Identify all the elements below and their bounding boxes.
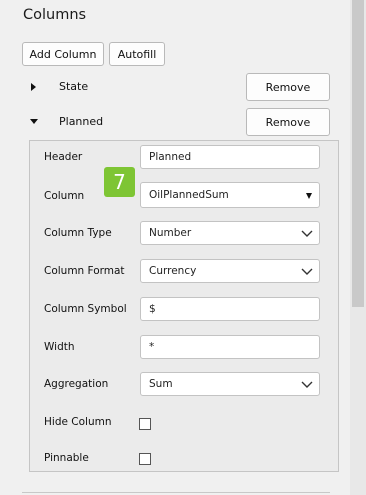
aggregation-label: Aggregation: [44, 378, 109, 390]
pinnable-checkbox[interactable]: [139, 453, 151, 465]
panel-title: Columns: [23, 7, 87, 23]
scrollbar-thumb[interactable]: [352, 0, 364, 307]
column-format-value: Currency: [149, 265, 197, 277]
chevron-down-icon: [301, 230, 313, 237]
column-type-select[interactable]: Number: [140, 221, 320, 245]
add-column-button[interactable]: Add Column: [22, 42, 104, 66]
pinnable-label: Pinnable: [44, 452, 89, 464]
column-name-planned[interactable]: Planned: [59, 115, 103, 128]
header-label: Header: [44, 151, 83, 163]
column-value: OilPlannedSum: [149, 189, 229, 201]
hide-column-checkbox[interactable]: [139, 418, 151, 430]
width-input[interactable]: *: [140, 335, 320, 359]
column-name-state[interactable]: State: [59, 80, 88, 93]
aggregation-select[interactable]: Sum: [140, 372, 320, 396]
chevron-down-icon: [301, 381, 313, 388]
header-input[interactable]: Planned: [140, 145, 320, 169]
column-type-label: Column Type: [44, 227, 112, 239]
step-badge: 7: [104, 167, 135, 197]
caret-right-icon[interactable]: [31, 83, 36, 91]
header-value: Planned: [149, 151, 192, 163]
divider: [22, 492, 330, 493]
column-symbol-label: Column Symbol: [44, 303, 127, 315]
caret-down-icon[interactable]: [30, 119, 38, 124]
remove-planned-button[interactable]: Remove: [246, 108, 330, 136]
hide-column-label: Hide Column: [44, 416, 112, 428]
column-symbol-value: $: [149, 303, 156, 315]
aggregation-value: Sum: [149, 378, 173, 390]
autofill-button[interactable]: Autofill: [109, 42, 165, 66]
column-format-select[interactable]: Currency: [140, 259, 320, 283]
width-label: Width: [44, 341, 75, 353]
column-symbol-input[interactable]: $: [140, 297, 320, 321]
dropdown-triangle-icon: [306, 193, 312, 199]
width-value: *: [149, 341, 155, 353]
column-label: Column: [44, 190, 85, 202]
column-select[interactable]: OilPlannedSum: [140, 182, 320, 208]
remove-state-button[interactable]: Remove: [246, 73, 330, 101]
chevron-down-icon: [301, 268, 313, 275]
column-format-label: Column Format: [44, 265, 125, 277]
column-type-value: Number: [149, 227, 192, 239]
